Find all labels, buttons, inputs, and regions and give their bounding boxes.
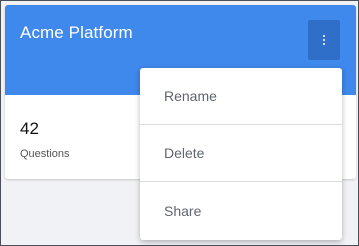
options-dropdown-menu: Rename Delete Share [140, 68, 342, 240]
menu-item-rename[interactable]: Rename [140, 68, 342, 125]
menu-item-delete[interactable]: Delete [140, 125, 342, 182]
kebab-vertical-icon [322, 34, 326, 46]
question-count-label: Questions [20, 148, 70, 160]
screen: Acme Platform 42 Questions Rename Delete… [0, 0, 359, 246]
more-options-button[interactable] [308, 20, 340, 60]
menu-item-share[interactable]: Share [140, 182, 342, 239]
question-count: 42 [20, 119, 39, 138]
card-title: Acme Platform [20, 23, 133, 42]
